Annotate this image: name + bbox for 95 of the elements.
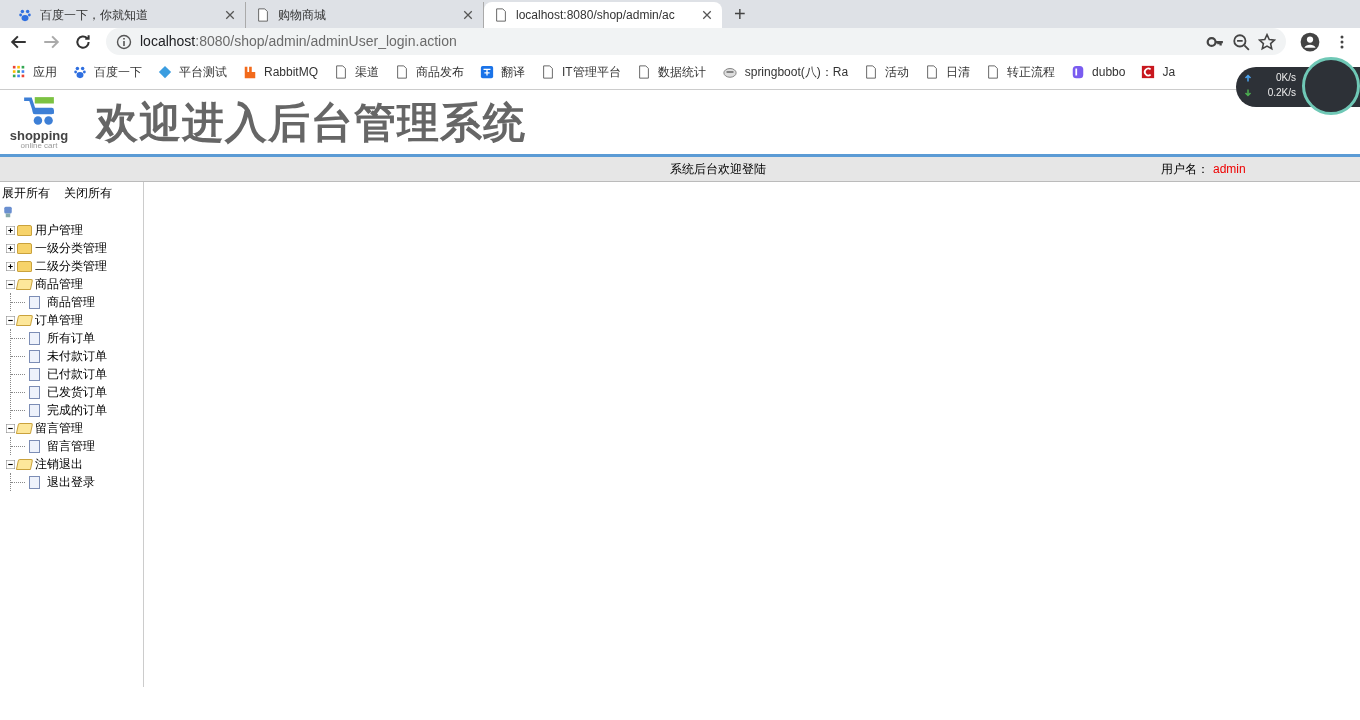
tree-leaf-item[interactable]: 已发货订单 xyxy=(46,383,108,401)
collapse-all-link[interactable]: 关闭所有 xyxy=(64,184,112,202)
bookmark-link[interactable]: 活动 xyxy=(864,63,910,81)
c-logo-icon xyxy=(1141,65,1156,79)
minus-toggle-icon[interactable] xyxy=(6,423,15,433)
tree-folder-item[interactable]: 一级分类管理 xyxy=(34,239,108,257)
account-icon[interactable] xyxy=(1300,31,1320,52)
upload-arrow-icon xyxy=(1244,72,1252,83)
folder-icon xyxy=(15,314,34,326)
folder-icon xyxy=(17,224,32,236)
tree-leaf-item[interactable]: 未付款订单 xyxy=(46,347,108,365)
page-icon xyxy=(29,385,40,399)
bookmark-link[interactable]: 百度一下 xyxy=(73,63,142,81)
logo-text: shopping xyxy=(9,128,69,142)
minus-toggle-icon[interactable] xyxy=(6,459,15,469)
page-icon xyxy=(29,331,40,345)
welcome-text: 系统后台欢迎登陆 xyxy=(670,161,766,178)
folder-icon xyxy=(15,422,34,434)
close-icon[interactable] xyxy=(225,10,235,20)
plus-toggle-icon[interactable] xyxy=(6,243,15,253)
page-icon xyxy=(395,65,410,79)
bookmark-link[interactable]: 渠道 xyxy=(334,63,380,81)
tree-leaf-item[interactable]: 完成的订单 xyxy=(46,401,108,419)
page-icon xyxy=(29,295,40,309)
address-bar[interactable]: localhost:8080/shop/admin/adminUser_login.action xyxy=(106,28,1286,55)
bookmark-link[interactable]: 应用 xyxy=(12,63,57,81)
page-icon xyxy=(29,349,40,363)
new-tab-button[interactable]: + xyxy=(734,0,746,29)
tab-title: localhost:8080/shop/admin/ac xyxy=(516,7,676,24)
page-icon xyxy=(636,65,651,79)
folder-icon xyxy=(15,458,34,470)
bookmark-link[interactable]: IT管理平台 xyxy=(541,63,621,81)
folder-icon xyxy=(15,278,34,290)
info-icon[interactable] xyxy=(116,33,132,50)
page-icon xyxy=(986,65,1001,79)
download-arrow-icon xyxy=(1244,87,1252,98)
bookmark-link[interactable]: 转正流程 xyxy=(986,63,1056,81)
page-icon xyxy=(29,403,40,417)
diamond-icon xyxy=(158,65,172,79)
page-title: 欢迎进入后台管理系统 xyxy=(96,97,526,148)
tree-folder-item[interactable]: 订单管理 xyxy=(34,311,84,329)
bookmark-link[interactable]: 日清 xyxy=(925,63,971,81)
bookmark-link[interactable]: dubbo xyxy=(1071,63,1126,81)
expand-all-link[interactable]: 展开所有 xyxy=(2,184,50,202)
reload-icon[interactable] xyxy=(74,32,92,51)
zoom-out-icon[interactable] xyxy=(1232,32,1250,51)
folder-icon xyxy=(17,242,32,254)
minus-toggle-icon[interactable] xyxy=(6,315,15,325)
dubbo-logo-icon xyxy=(1071,65,1086,79)
download-speed: 0.2K/s xyxy=(1267,86,1296,100)
paw-icon xyxy=(73,65,87,79)
page-icon xyxy=(334,65,349,79)
bookmark-link[interactable]: 平台测试 xyxy=(158,63,227,81)
browser-tab[interactable]: localhost:8080/shop/admin/ac xyxy=(484,2,722,28)
apps-grid-icon xyxy=(12,65,26,79)
translate-icon xyxy=(480,65,495,79)
bookmark-link[interactable]: Ja xyxy=(1141,63,1176,81)
folder-icon xyxy=(17,260,32,272)
page-icon xyxy=(29,367,40,381)
tree-folder-item[interactable]: 注销退出 xyxy=(34,455,84,473)
tree-leaf-item[interactable]: 退出登录 xyxy=(46,473,96,491)
paw-icon xyxy=(18,8,32,22)
upload-speed: 0K/s xyxy=(1276,71,1296,85)
tab-title: 购物商城 xyxy=(278,7,327,24)
page-icon xyxy=(925,65,940,79)
minus-toggle-icon[interactable] xyxy=(6,279,15,289)
bookmark-link[interactable]: RabbitMQ xyxy=(243,63,319,81)
bookmark-link[interactable]: springboot(八)：Ra xyxy=(721,63,849,81)
page-icon xyxy=(256,8,270,22)
tree-folder-item[interactable]: 用户管理 xyxy=(34,221,84,239)
tree-folder-item[interactable]: 商品管理 xyxy=(34,275,84,293)
page-icon xyxy=(494,8,508,22)
tab-title: 百度一下，你就知道 xyxy=(40,7,149,24)
tree-leaf-item[interactable]: 所有订单 xyxy=(46,329,96,347)
page-icon xyxy=(541,65,556,79)
page-icon xyxy=(29,475,40,489)
tree-folder-item[interactable]: 留言管理 xyxy=(34,419,84,437)
bookmark-link[interactable]: 翻译 xyxy=(480,63,526,81)
username-label: 用户名： xyxy=(1161,162,1209,176)
page-icon xyxy=(864,65,879,79)
tree-leaf-item[interactable]: 留言管理 xyxy=(46,437,96,455)
plus-toggle-icon[interactable] xyxy=(6,261,15,271)
username-value: admin xyxy=(1213,162,1246,176)
tree-leaf-item[interactable]: 商品管理 xyxy=(46,293,96,311)
close-icon[interactable] xyxy=(463,10,473,20)
url-text: localhost:8080/shop/admin/adminUser_login.action xyxy=(140,32,457,51)
plus-toggle-icon[interactable] xyxy=(6,225,15,235)
bookmark-link[interactable]: 商品发布 xyxy=(395,63,465,81)
tree-leaf-item[interactable]: 已付款订单 xyxy=(46,365,108,383)
page-icon xyxy=(29,439,40,453)
tree-folder-item[interactable]: 二级分类管理 xyxy=(34,257,108,275)
rabbit-logo-icon xyxy=(243,65,257,79)
close-icon[interactable] xyxy=(702,10,712,20)
star-icon[interactable] xyxy=(1258,32,1276,51)
bookmark-link[interactable]: 数据统计 xyxy=(636,63,706,81)
